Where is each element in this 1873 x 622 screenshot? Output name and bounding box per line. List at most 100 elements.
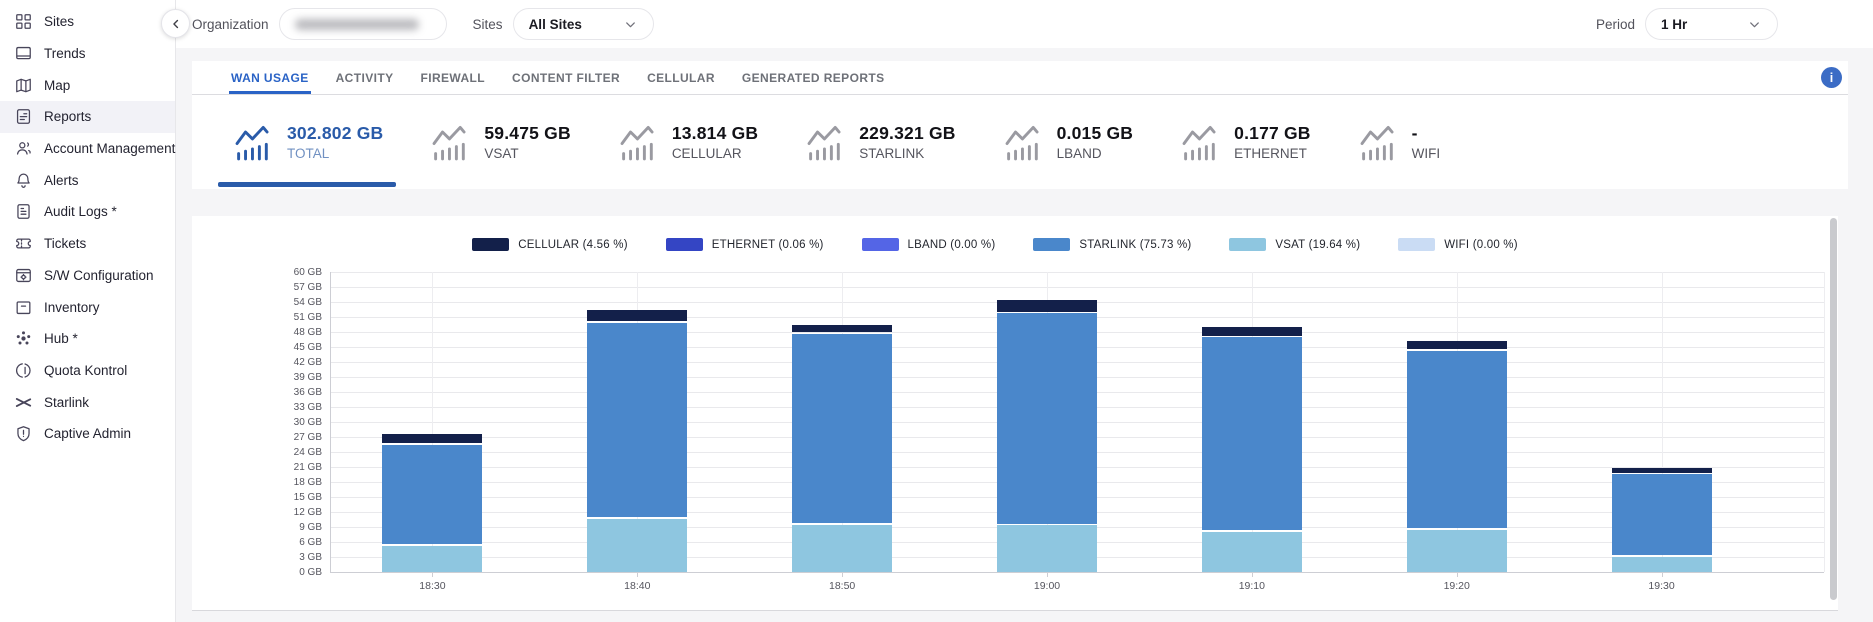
- bar-segment-vsat[interactable]: [382, 546, 482, 573]
- sidebar-item-sites[interactable]: Sites: [0, 6, 175, 38]
- bar-segment-cellular[interactable]: [1612, 468, 1712, 473]
- stat-cards-row: 302.802 GBTOTAL59.475 GBVSAT13.814 GBCEL…: [192, 95, 1848, 189]
- tab-generated-reports[interactable]: GENERATED REPORTS: [742, 61, 885, 94]
- sidebar-item-map[interactable]: Map: [0, 69, 175, 101]
- x-axis-label: 19:30: [1622, 580, 1702, 592]
- chevron-down-icon: [623, 17, 638, 32]
- info-icon[interactable]: i: [1821, 67, 1842, 88]
- sidebar-item-s-w-configuration[interactable]: S/W Configuration: [0, 260, 175, 292]
- bar-segment-starlink[interactable]: [997, 313, 1097, 524]
- bar-segment-cellular[interactable]: [1407, 341, 1507, 349]
- map-icon: [14, 76, 33, 95]
- sidebar-item-account-management[interactable]: Account Management: [0, 133, 175, 165]
- x-axis-line: [330, 572, 1824, 573]
- starlink-icon: [14, 393, 33, 412]
- bar-segment-vsat[interactable]: [997, 525, 1097, 572]
- chevron-left-icon: [169, 17, 183, 31]
- tab-content-filter[interactable]: CONTENT FILTER: [512, 61, 620, 94]
- bar-segment-vsat[interactable]: [1202, 532, 1302, 573]
- tickets-icon: [14, 234, 33, 253]
- header-divider-gap: [176, 48, 1873, 61]
- bar-segment-vsat[interactable]: [1407, 530, 1507, 573]
- bar-segment-vsat[interactable]: [1612, 557, 1712, 573]
- y-axis-label: 30 GB: [250, 417, 322, 428]
- x-axis-tick: [1662, 572, 1663, 577]
- sidebar-item-audit-logs[interactable]: Audit Logs *: [0, 196, 175, 228]
- stat-card-value: 229.321 GB: [859, 123, 955, 144]
- bar-segment-cellular[interactable]: [792, 325, 892, 332]
- tab-wan-usage[interactable]: WAN USAGE: [231, 61, 309, 94]
- stat-card-lband[interactable]: 0.015 GBLBAND: [988, 95, 1147, 189]
- account-management-icon: [14, 139, 33, 158]
- bar-segment-starlink[interactable]: [792, 334, 892, 524]
- stat-card-ethernet[interactable]: 0.177 GBETHERNET: [1165, 95, 1324, 189]
- bar-segment-cellular[interactable]: [382, 434, 482, 444]
- x-axis-tick: [1252, 572, 1253, 577]
- vertical-scrollbar[interactable]: [1830, 218, 1837, 608]
- sidebar-item-label: Alerts: [44, 173, 79, 188]
- sidebar-item-tickets[interactable]: Tickets: [0, 228, 175, 260]
- sidebar-item-label: Starlink: [44, 395, 89, 410]
- tabs-list: WAN USAGE ACTIVITY FIREWALL CONTENT FILTER C…: [231, 61, 885, 94]
- stat-card-total[interactable]: 302.802 GBTOTAL: [218, 95, 396, 189]
- scrollbar-thumb[interactable]: [1830, 218, 1837, 600]
- period-select[interactable]: 1 Hr: [1645, 8, 1778, 40]
- bar-segment-vsat[interactable]: [587, 519, 687, 573]
- bar-segment-cellular[interactable]: [997, 300, 1097, 312]
- stat-card-vsat[interactable]: 59.475 GBVSAT: [415, 95, 583, 189]
- sidebar-item-reports[interactable]: Reports: [0, 101, 175, 133]
- y-axis-label: 48 GB: [250, 327, 322, 338]
- sites-select[interactable]: All Sites: [513, 8, 654, 40]
- sidebar-item-quota-kontrol[interactable]: Quota Kontrol: [0, 355, 175, 387]
- bar-segment-starlink[interactable]: [587, 323, 687, 518]
- bar-segment-cellular[interactable]: [587, 310, 687, 321]
- tab-activity[interactable]: ACTIVITY: [336, 61, 394, 94]
- period-select-value: 1 Hr: [1661, 17, 1687, 32]
- sidebar-item-trends[interactable]: Trends: [0, 38, 175, 70]
- y-axis-label: 3 GB: [250, 552, 322, 563]
- audit-logs-icon: [14, 202, 33, 221]
- sidebar-item-captive-admin[interactable]: Captive Admin: [0, 418, 175, 450]
- x-axis-label: 19:00: [1007, 580, 1087, 592]
- chevron-down-icon: [1747, 17, 1762, 32]
- bar-segment-starlink[interactable]: [1202, 337, 1302, 530]
- usage-chart-icon: [428, 119, 474, 165]
- y-axis-label: 42 GB: [250, 357, 322, 368]
- app-root: SitesTrendsMapReportsAccount ManagementA…: [0, 0, 1873, 622]
- bar-segment-starlink[interactable]: [1612, 474, 1712, 555]
- chart-plot: 0 GB3 GB6 GB9 GB12 GB15 GB18 GB21 GB24 G…: [192, 216, 1838, 610]
- sidebar-item-label: Tickets: [44, 236, 86, 251]
- sidebar-item-hub[interactable]: Hub *: [0, 323, 175, 355]
- sidebar-item-label: Reports: [44, 109, 91, 124]
- stat-card-starlink[interactable]: 229.321 GBSTARLINK: [790, 95, 968, 189]
- quota-kontrol-icon: [14, 361, 33, 380]
- usage-chart-icon: [231, 119, 277, 165]
- usage-chart-icon: [1356, 119, 1402, 165]
- y-axis-label: 60 GB: [250, 267, 322, 278]
- x-axis-tick: [432, 572, 433, 577]
- sidebar-item-starlink[interactable]: Starlink: [0, 386, 175, 418]
- sidebar-item-alerts[interactable]: Alerts: [0, 164, 175, 196]
- sites-label: Sites: [473, 17, 503, 32]
- tab-cellular[interactable]: CELLULAR: [647, 61, 715, 94]
- bar-segment-starlink[interactable]: [1407, 351, 1507, 529]
- stat-card-value: 13.814 GB: [672, 123, 758, 144]
- y-axis-label: 0 GB: [250, 567, 322, 578]
- captive-admin-icon: [14, 424, 33, 443]
- organization-label: Organization: [192, 17, 269, 32]
- sidebar-collapse-button[interactable]: [161, 9, 190, 38]
- sidebar-item-inventory[interactable]: Inventory: [0, 291, 175, 323]
- stat-card-cellular[interactable]: 13.814 GBCELLULAR: [603, 95, 771, 189]
- stat-card-wifi[interactable]: -WIFI: [1343, 95, 1454, 189]
- bar-segment-vsat[interactable]: [792, 525, 892, 573]
- organization-select[interactable]: [279, 8, 447, 40]
- bar-segment-cellular[interactable]: [1202, 327, 1302, 336]
- trends-icon: [14, 44, 33, 63]
- section-gap: [176, 189, 1873, 216]
- sidebar-item-label: Hub *: [44, 331, 78, 346]
- bar-segment-starlink[interactable]: [382, 445, 482, 545]
- stat-card-text: -WIFI: [1412, 123, 1441, 161]
- tab-firewall[interactable]: FIREWALL: [420, 61, 485, 94]
- x-axis-label: 18:30: [392, 580, 472, 592]
- usage-chart-icon: [803, 119, 849, 165]
